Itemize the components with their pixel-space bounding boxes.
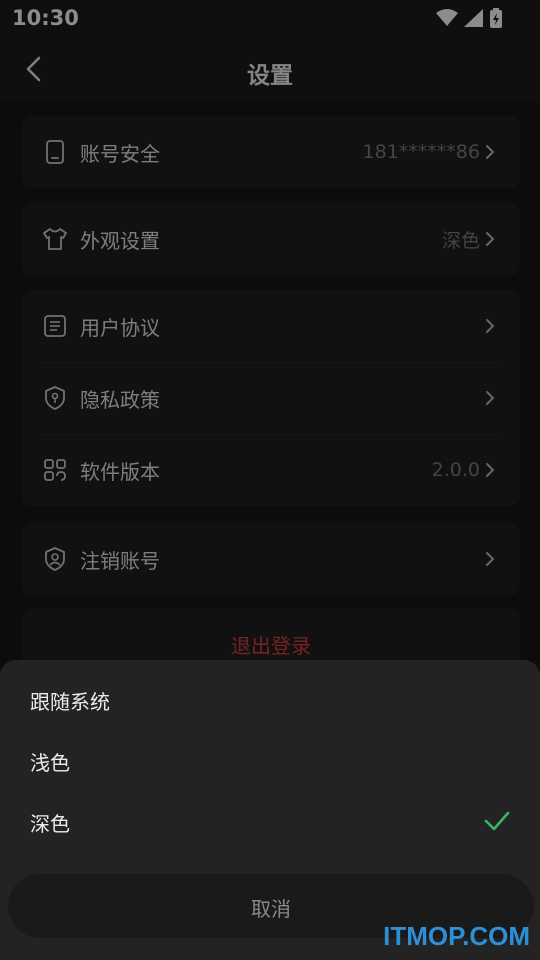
theme-option-light[interactable]: 浅色 <box>0 731 540 791</box>
check-icon <box>484 811 510 831</box>
theme-option-label: 深色 <box>30 812 70 836</box>
cancel-label: 取消 <box>251 897 291 921</box>
theme-option-system[interactable]: 跟随系统 <box>0 670 540 730</box>
theme-option-label: 跟随系统 <box>30 690 110 714</box>
watermark: ITMOP.COM <box>383 921 530 951</box>
theme-option-label: 浅色 <box>30 751 70 775</box>
theme-option-dark[interactable]: 深色 <box>0 792 540 852</box>
theme-bottom-sheet: 跟随系统 浅色 深色 取消 <box>0 660 540 960</box>
